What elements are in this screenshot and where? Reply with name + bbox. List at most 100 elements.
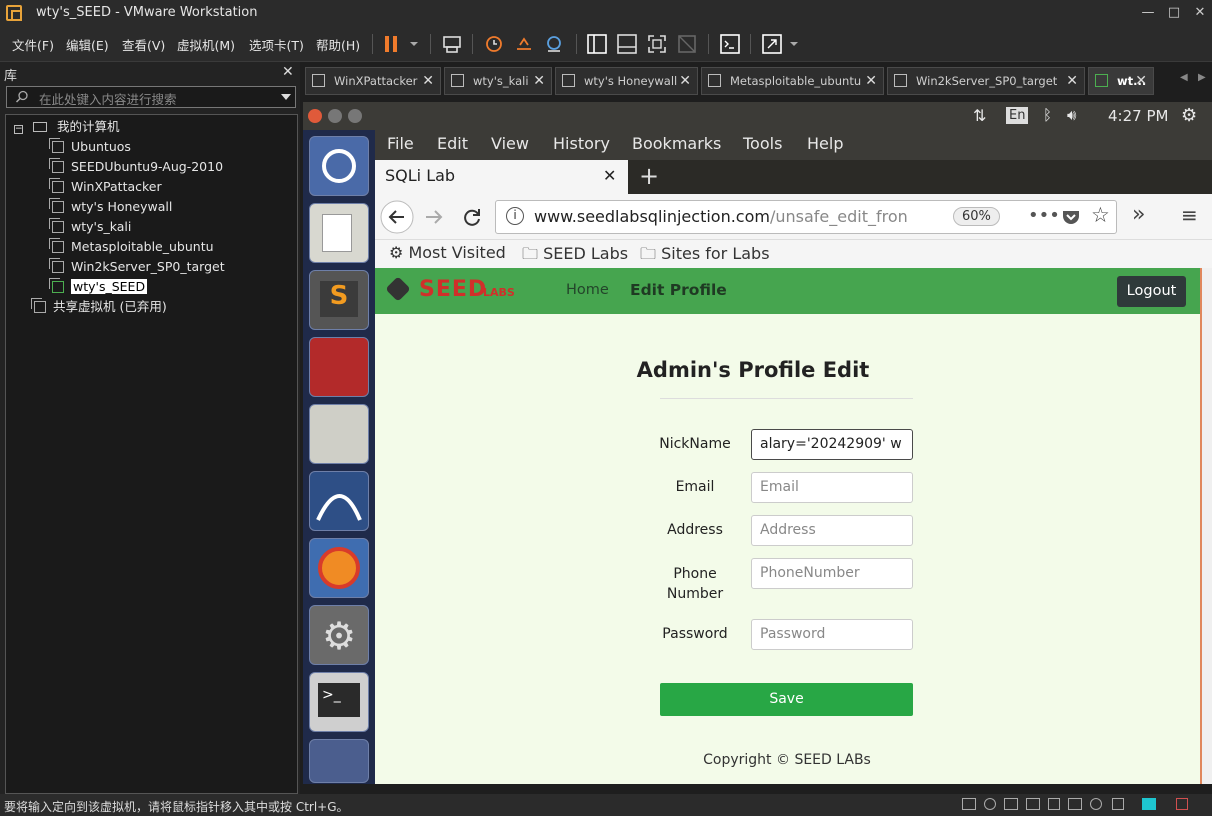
- tab-wty-seed-active[interactable]: wt... ✕: [1088, 67, 1154, 95]
- tab-scroll-right-icon[interactable]: ▶: [1198, 72, 1206, 83]
- ubuntu-dash-icon[interactable]: [309, 136, 369, 196]
- display-icon[interactable]: [1090, 798, 1102, 810]
- chevron-down-icon[interactable]: [281, 93, 291, 101]
- message-icon[interactable]: [1142, 798, 1156, 810]
- tab-winxpattacker[interactable]: WinXPattacker ✕: [305, 67, 441, 95]
- page-scrollbar[interactable]: [1200, 268, 1212, 784]
- page-actions-icon[interactable]: •••: [1028, 205, 1060, 226]
- save-button[interactable]: Save: [660, 683, 913, 716]
- close-icon[interactable]: ✕: [1188, 2, 1212, 24]
- pocket-icon[interactable]: [1061, 207, 1081, 227]
- ff-menu-help[interactable]: Help: [807, 134, 843, 153]
- bookmark-most-visited[interactable]: ⚙ Most Visited: [389, 243, 506, 262]
- hdd-icon[interactable]: [962, 798, 976, 810]
- tab-close-icon[interactable]: ✕: [1066, 68, 1078, 94]
- zoom-indicator[interactable]: 60%: [953, 207, 1000, 226]
- wireshark-icon[interactable]: [309, 471, 369, 531]
- device-icon[interactable]: [1112, 798, 1124, 810]
- tree-root-my-computer[interactable]: − 我的计算机: [14, 117, 119, 137]
- nickname-input[interactable]: alary='20242909' w: [751, 429, 913, 460]
- logout-button[interactable]: Logout: [1117, 276, 1186, 307]
- cd-icon[interactable]: [984, 798, 996, 810]
- ff-menu-tools[interactable]: Tools: [743, 134, 782, 153]
- tree-vm-seedubuntu[interactable]: SEEDUbuntu9-Aug-2010: [49, 157, 223, 177]
- email-input[interactable]: Email: [751, 472, 913, 503]
- snapshot-manager-icon[interactable]: [542, 32, 566, 56]
- thumbnail-bar-icon[interactable]: [615, 32, 639, 56]
- reload-icon[interactable]: [461, 206, 483, 228]
- tree-vm-win2kserver[interactable]: Win2kServer_SP0_target: [49, 257, 225, 277]
- new-tab-icon[interactable]: +: [639, 162, 659, 190]
- tab-honeywall[interactable]: wty's Honeywall ✕: [555, 67, 698, 95]
- menu-file[interactable]: 文件(F): [12, 35, 54, 54]
- library-close-icon[interactable]: ✕: [282, 64, 294, 80]
- chevron-down-icon[interactable]: [782, 32, 806, 56]
- ubuntu-close-icon[interactable]: [308, 109, 322, 123]
- info-icon[interactable]: i: [506, 207, 524, 225]
- send-keys-icon[interactable]: [440, 32, 464, 56]
- nav-edit-profile-link[interactable]: Edit Profile: [630, 281, 727, 299]
- ff-menu-history[interactable]: History: [553, 134, 610, 153]
- bluetooth-icon[interactable]: ᛒ: [1043, 106, 1052, 124]
- ff-menu-edit[interactable]: Edit: [437, 134, 468, 153]
- revert-snapshot-icon[interactable]: [512, 32, 536, 56]
- stretch-icon[interactable]: [760, 32, 784, 56]
- tree-vm-winxpattacker[interactable]: WinXPattacker: [49, 177, 162, 197]
- alert-icon[interactable]: [1176, 798, 1188, 810]
- ff-menu-file[interactable]: File: [387, 134, 414, 153]
- tab-win2kserver[interactable]: Win2kServer_SP0_target ✕: [887, 67, 1085, 95]
- pause-icon[interactable]: [380, 32, 404, 56]
- nav-home-link[interactable]: Home: [566, 282, 609, 298]
- maximize-icon[interactable]: □: [1162, 2, 1186, 24]
- usb-icon[interactable]: [1026, 798, 1040, 810]
- menu-help[interactable]: 帮助(H): [316, 35, 360, 54]
- unity-icon[interactable]: [675, 32, 699, 56]
- tree-shared-vms[interactable]: 共享虚拟机 (已弃用): [31, 297, 167, 317]
- url-bar[interactable]: i www.seedlabsqlinjection.com/unsafe_edi…: [495, 200, 1117, 234]
- ff-tab-close-icon[interactable]: ✕: [603, 166, 616, 185]
- bookmark-seed-labs[interactable]: 🗀︎ SEED Labs: [522, 243, 628, 270]
- keyboard-lang[interactable]: En: [1006, 107, 1029, 124]
- menu-tabs[interactable]: 选项卡(T): [249, 35, 304, 54]
- collapse-icon[interactable]: −: [14, 125, 23, 134]
- menu-view[interactable]: 查看(V): [122, 35, 165, 54]
- ff-tab-sqli-lab[interactable]: SQLi Lab ✕: [375, 160, 628, 194]
- volume-icon[interactable]: 🔊︎: [1067, 106, 1076, 124]
- bookmark-sites-for-labs[interactable]: 🗀︎ Sites for Labs: [640, 243, 770, 270]
- file-cabinet-icon[interactable]: [309, 404, 369, 464]
- tree-vm-kali[interactable]: wty's_kali: [49, 217, 131, 237]
- fullscreen-icon[interactable]: [645, 32, 669, 56]
- sidebar-toggle-icon[interactable]: [585, 32, 609, 56]
- tab-metasploitable[interactable]: Metasploitable_ubuntu ✕: [701, 67, 884, 95]
- tree-vm-metasploitable[interactable]: Metasploitable_ubuntu: [49, 237, 214, 257]
- firefox-icon[interactable]: [309, 538, 369, 598]
- network-adapter-icon[interactable]: [1004, 798, 1018, 810]
- vm-display[interactable]: ⇅ En ᛒ 🔊︎ 4:27 PM ⚙ S ⚙ >_ File Edit Vie…: [303, 102, 1212, 784]
- menu-vm[interactable]: 虚拟机(M): [177, 35, 235, 54]
- sublime-text-icon[interactable]: S: [309, 270, 369, 330]
- snapshot-icon[interactable]: [482, 32, 506, 56]
- chevron-down-icon[interactable]: [402, 32, 426, 56]
- terminal-split-icon[interactable]: [309, 337, 369, 397]
- library-search-input[interactable]: 在此处键入内容进行搜索: [6, 86, 296, 108]
- ubuntu-maximize-icon[interactable]: [348, 109, 362, 123]
- tree-vm-ubuntuos[interactable]: Ubuntuos: [49, 137, 131, 157]
- gear-icon[interactable]: ⚙: [1181, 105, 1197, 126]
- text-editor-icon[interactable]: [309, 203, 369, 263]
- tab-scroll-left-icon[interactable]: ◀: [1180, 72, 1188, 83]
- ubuntu-minimize-icon[interactable]: [328, 109, 342, 123]
- tab-close-icon[interactable]: ✕: [1135, 68, 1147, 94]
- printer-icon[interactable]: [1068, 798, 1082, 810]
- overflow-chevron-icon[interactable]: »: [1132, 202, 1145, 227]
- trash-icon[interactable]: [309, 739, 369, 783]
- minimize-icon[interactable]: —: [1136, 2, 1160, 24]
- ff-menu-view[interactable]: View: [491, 134, 529, 153]
- console-icon[interactable]: [718, 32, 742, 56]
- bookmark-star-icon[interactable]: ☆: [1091, 203, 1110, 227]
- address-input[interactable]: Address: [751, 515, 913, 546]
- password-input[interactable]: Password: [751, 619, 913, 650]
- system-settings-icon[interactable]: ⚙: [309, 605, 369, 665]
- menu-edit[interactable]: 编辑(E): [66, 35, 109, 54]
- tab-kali[interactable]: wty's_kali ✕: [444, 67, 552, 95]
- tab-close-icon[interactable]: ✕: [679, 68, 691, 94]
